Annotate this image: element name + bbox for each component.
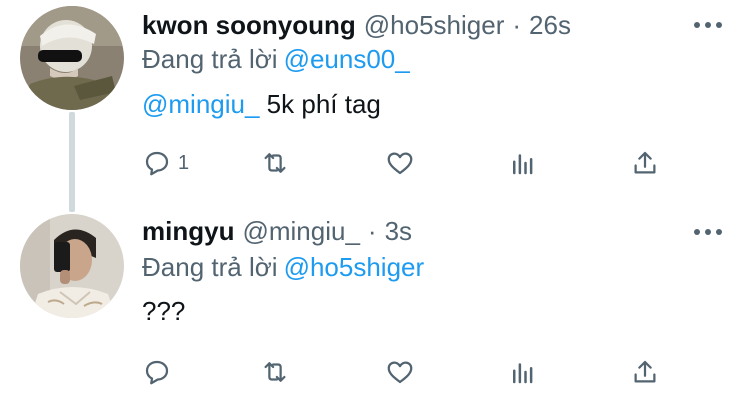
reply-icon	[145, 360, 169, 385]
like-icon	[387, 152, 413, 175]
timestamp[interactable]: 26s	[529, 10, 571, 41]
reply-count: 1	[178, 151, 190, 174]
reply-icon	[145, 151, 169, 176]
replying-to-label: Đang trả lời	[142, 252, 278, 282]
replying-to-label: Đang trả lời	[142, 44, 278, 74]
replying-to: Đang trả lời @euns00_	[142, 44, 410, 75]
like-button[interactable]	[385, 146, 415, 180]
tweet-header: mingyu @mingiu_ · 3s	[142, 216, 412, 247]
avatar-photo	[20, 214, 124, 318]
display-name[interactable]: kwon soonyoung	[142, 10, 356, 41]
retweet-button[interactable]	[260, 355, 290, 389]
like-button[interactable]	[385, 355, 415, 389]
avatar[interactable]	[20, 214, 124, 318]
tweet-header: kwon soonyoung @ho5shiger · 26s	[142, 10, 571, 41]
tweet-text: ???	[142, 296, 185, 327]
views-icon	[513, 154, 533, 175]
retweet-icon	[264, 362, 286, 382]
like-icon	[387, 361, 413, 384]
share-icon	[634, 151, 656, 174]
replying-to-mention[interactable]: @euns00_	[284, 44, 410, 74]
thread-connector	[69, 112, 75, 212]
action-bar: 1	[142, 146, 672, 180]
user-handle[interactable]: @ho5shiger	[364, 10, 505, 41]
views-button[interactable]	[508, 146, 538, 180]
reply-button[interactable]	[142, 355, 172, 389]
display-name[interactable]: mingyu	[142, 216, 234, 247]
replying-to: Đang trả lời @ho5shiger	[142, 252, 424, 283]
avatar[interactable]	[20, 6, 124, 110]
share-icon	[634, 360, 656, 383]
retweet-button[interactable]	[260, 146, 290, 180]
retweet-icon	[264, 153, 286, 173]
replying-to-mention[interactable]: @ho5shiger	[284, 252, 425, 282]
separator-dot: ·	[367, 216, 377, 246]
tweet[interactable]: mingyu @mingiu_ · 3s Đang trả lời @ho5shi…	[0, 200, 750, 400]
avatar-photo	[20, 6, 124, 110]
tweet-text: @mingiu_ 5k phí tag	[142, 89, 381, 120]
share-button[interactable]	[630, 355, 660, 389]
user-handle[interactable]: @mingiu_	[242, 216, 359, 247]
reply-button[interactable]: 1	[142, 146, 189, 180]
views-button[interactable]	[508, 355, 538, 389]
timestamp[interactable]: 3s	[385, 216, 412, 247]
more-icon[interactable]	[694, 20, 722, 30]
body-mention[interactable]: @mingiu_	[142, 89, 259, 119]
action-bar	[142, 355, 672, 389]
share-button[interactable]	[630, 146, 660, 180]
body-content: ???	[142, 296, 186, 326]
body-content: 5k phí tag	[259, 89, 381, 119]
more-icon[interactable]	[694, 227, 722, 237]
separator-dot: ·	[512, 10, 522, 40]
tweet[interactable]: kwon soonyoung @ho5shiger · 26s Đang trả…	[0, 0, 750, 212]
views-icon	[513, 363, 533, 384]
